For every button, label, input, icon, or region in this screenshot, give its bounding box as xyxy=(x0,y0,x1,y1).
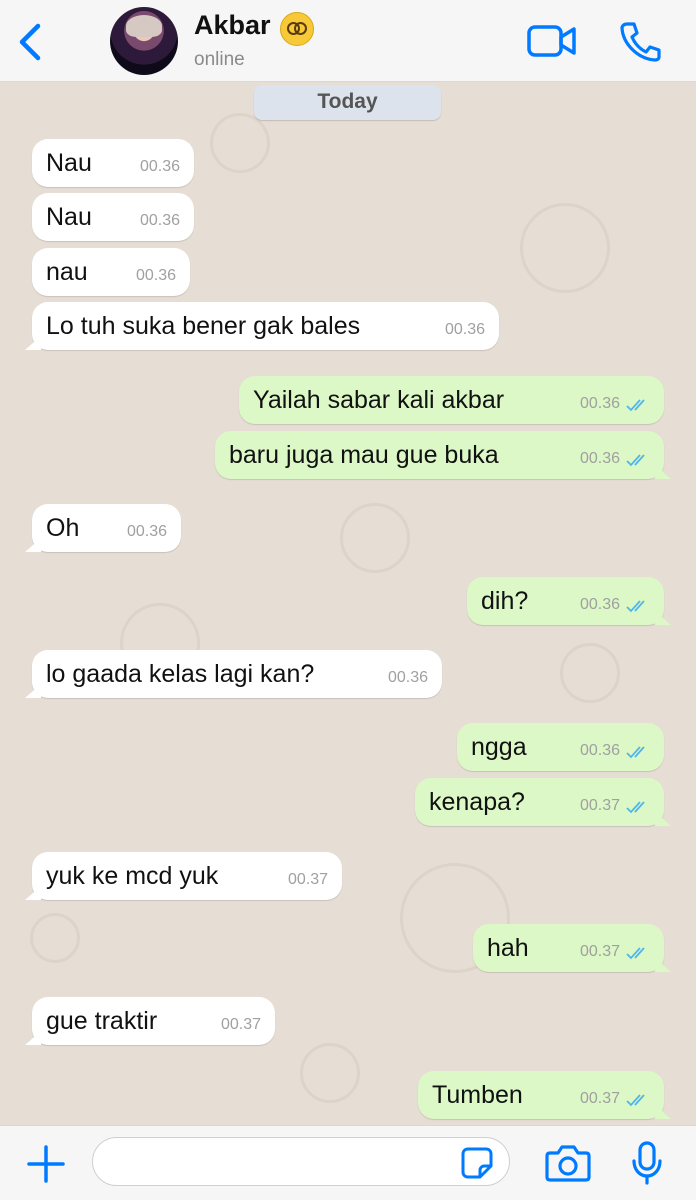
message-text: baru juga mau gue buka xyxy=(229,441,499,469)
read-ticks-icon xyxy=(626,801,645,814)
read-ticks-icon xyxy=(626,600,645,613)
read-ticks-icon xyxy=(626,947,645,960)
attach-button[interactable] xyxy=(26,1144,66,1184)
voice-call-button[interactable] xyxy=(618,20,662,62)
bubble-tail xyxy=(25,684,41,698)
message-text: Tumben xyxy=(432,1081,523,1109)
back-button[interactable] xyxy=(12,20,48,64)
message-time: 00.37 xyxy=(579,797,620,814)
outgoing-message[interactable]: ngga 00.36 xyxy=(457,723,664,771)
incoming-message[interactable]: Oh 00.36 xyxy=(25,504,181,552)
message-time: 00.37 xyxy=(220,1016,261,1033)
sticker-button[interactable] xyxy=(460,1146,494,1180)
message-text: gue traktir xyxy=(46,1007,158,1035)
message-text: nau xyxy=(46,258,88,286)
incoming-message[interactable]: Lo tuh suka bener gak bales 00.36 xyxy=(25,302,499,350)
bubble-tail xyxy=(25,886,41,900)
message-time: 00.37 xyxy=(579,1090,620,1107)
incoming-message[interactable]: gue traktir 00.37 xyxy=(25,997,275,1045)
wallpaper-doodle xyxy=(520,203,610,293)
microphone-icon xyxy=(632,1141,662,1185)
message-time: 00.36 xyxy=(126,523,167,540)
message-time: 00.36 xyxy=(579,596,620,613)
incoming-message[interactable]: nau 00.36 xyxy=(32,248,190,296)
outgoing-message[interactable]: dih? 00.36 xyxy=(467,577,671,625)
bubble-tail xyxy=(655,812,671,826)
wallpaper-doodle xyxy=(30,913,80,963)
read-ticks-icon xyxy=(626,746,645,759)
outgoing-message[interactable]: Yailah sabar kali akbar 00.36 xyxy=(239,376,664,424)
read-ticks-icon xyxy=(626,1094,645,1107)
chevron-left-icon xyxy=(19,23,41,61)
message-text: yuk ke mcd yuk xyxy=(46,862,219,890)
message-time: 00.36 xyxy=(139,212,180,229)
message-text: Yailah sabar kali akbar xyxy=(253,386,505,414)
contact-name[interactable]: Akbar xyxy=(194,10,271,41)
contact-status: online xyxy=(194,49,245,70)
camera-icon xyxy=(545,1145,591,1182)
message-time: 00.36 xyxy=(579,742,620,759)
message-time: 00.36 xyxy=(444,321,485,338)
sticker-icon xyxy=(461,1147,493,1179)
outgoing-message[interactable]: hah 00.37 xyxy=(473,924,671,972)
wallpaper-doodle xyxy=(300,1043,360,1103)
bubble-tail xyxy=(25,336,41,350)
outgoing-message[interactable]: Tumben 00.37 xyxy=(418,1071,671,1119)
video-call-button[interactable] xyxy=(526,22,578,60)
chat-header: Akbar online xyxy=(0,0,696,82)
voice-message-button[interactable] xyxy=(630,1140,664,1186)
bubble-tail xyxy=(655,611,671,625)
message-time: 00.37 xyxy=(579,943,620,960)
bubble-tail xyxy=(655,1105,671,1119)
message-text: Lo tuh suka bener gak bales xyxy=(46,312,361,340)
incoming-message[interactable]: yuk ke mcd yuk 00.37 xyxy=(25,852,342,900)
incoming-message[interactable]: Nau 00.36 xyxy=(32,139,194,187)
avatar[interactable] xyxy=(110,7,178,75)
message-text: Oh xyxy=(46,514,80,542)
message-text: hah xyxy=(487,934,529,962)
message-text: ngga xyxy=(471,733,527,761)
outgoing-message[interactable]: baru juga mau gue buka 00.36 xyxy=(215,431,671,479)
bubble-tail xyxy=(655,465,671,479)
camera-button[interactable] xyxy=(544,1143,592,1183)
message-text: Nau xyxy=(46,203,92,231)
message-text: kenapa? xyxy=(429,788,525,816)
dizzy-face-emoji xyxy=(280,12,314,46)
incoming-message[interactable]: Nau 00.36 xyxy=(32,193,194,241)
message-time: 00.36 xyxy=(139,158,180,175)
bubble-tail xyxy=(655,958,671,972)
read-ticks-icon xyxy=(626,454,645,467)
message-text: dih? xyxy=(481,587,529,615)
date-separator: Today xyxy=(254,85,441,120)
message-text: lo gaada kelas lagi kan? xyxy=(46,660,315,688)
bubble-tail xyxy=(25,538,41,552)
message-time: 00.36 xyxy=(579,395,620,412)
message-time: 00.36 xyxy=(387,669,428,686)
wallpaper-doodle xyxy=(210,113,270,173)
chat-area[interactable]: Today Nau 00.36 Nau 00.36 nau 00.36 Lo t… xyxy=(0,83,696,1125)
wallpaper-doodle xyxy=(340,503,410,573)
plus-icon xyxy=(27,1145,65,1183)
composer-bar xyxy=(0,1125,696,1200)
wallpaper-doodle xyxy=(560,643,620,703)
message-input[interactable] xyxy=(92,1137,510,1186)
message-time: 00.36 xyxy=(579,450,620,467)
phone-icon xyxy=(620,22,661,62)
read-ticks-icon xyxy=(626,399,645,412)
incoming-message[interactable]: lo gaada kelas lagi kan? 00.36 xyxy=(25,650,442,698)
video-camera-icon xyxy=(527,25,576,57)
bubble-tail xyxy=(25,1031,41,1045)
message-time: 00.36 xyxy=(135,267,176,284)
outgoing-message[interactable]: kenapa? 00.37 xyxy=(415,778,671,826)
message-time: 00.37 xyxy=(287,871,328,888)
message-text: Nau xyxy=(46,149,92,177)
